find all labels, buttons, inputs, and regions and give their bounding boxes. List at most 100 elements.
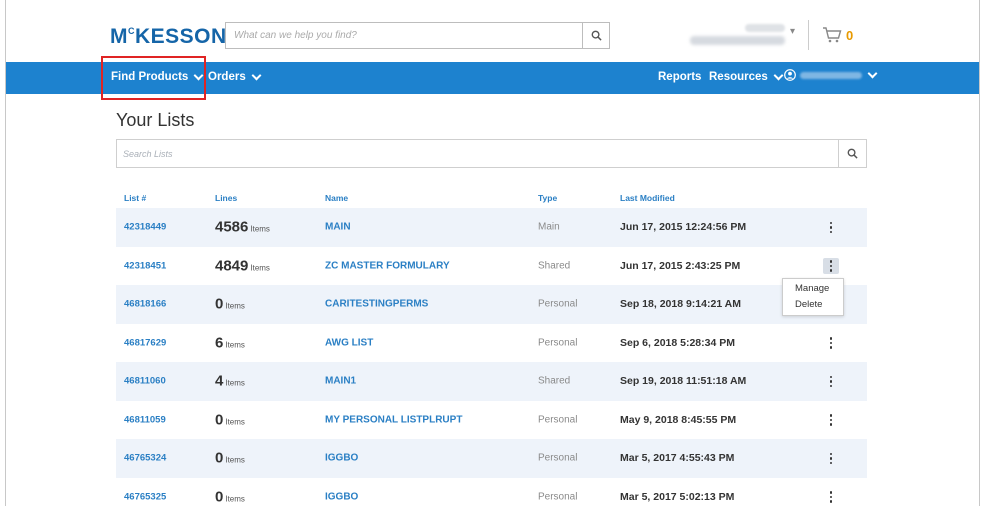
lines-count: 0 Items: [215, 296, 245, 313]
lines-count: 0 Items: [215, 488, 245, 505]
column-header-name[interactable]: Name: [325, 193, 348, 203]
list-name-link[interactable]: CARITESTINGPERMS: [325, 299, 428, 310]
table-row: 46765324 0 Items IGGBO Personal Mar 5, 20…: [116, 439, 867, 478]
list-number-link[interactable]: 46818166: [124, 299, 166, 310]
user-name-redacted: [800, 71, 862, 79]
last-modified: Sep 18, 2018 9:14:21 AM: [620, 298, 742, 311]
nav-user-menu[interactable]: [784, 68, 878, 81]
table-row: 46765325 0 Items IGGBO Personal Mar 5, 20…: [116, 478, 867, 506]
nav-resources-label: Resources: [709, 71, 768, 83]
list-number-link[interactable]: 46765325: [124, 491, 166, 502]
chevron-down-icon: [773, 70, 784, 80]
menu-item-manage[interactable]: Manage: [783, 279, 843, 296]
list-name-link[interactable]: AWG LIST: [325, 337, 373, 348]
lines-count: 0 Items: [215, 411, 245, 428]
lines-count-value: 4: [215, 372, 224, 390]
lines-count-value: 4849: [215, 257, 249, 275]
column-header-last-modified[interactable]: Last Modified: [620, 193, 675, 203]
column-header-type[interactable]: Type: [538, 193, 557, 203]
table-row: 42318451 4849 Items ZC MASTER FORMULARY S…: [116, 247, 867, 286]
row-actions-button[interactable]: [823, 450, 839, 466]
lines-count-value: 6: [215, 334, 224, 352]
last-modified: May 9, 2018 8:45:55 PM: [620, 413, 737, 426]
nav-reports-label: Reports: [658, 71, 702, 83]
chevron-down-icon: [867, 68, 878, 78]
row-actions-button[interactable]: [823, 257, 839, 274]
user-icon: [784, 69, 796, 81]
nav-reports[interactable]: Reports: [658, 71, 701, 83]
column-header-list-number[interactable]: List #: [124, 193, 146, 203]
row-actions-button[interactable]: [823, 219, 839, 235]
table-row: 42318449 4586 Items MAIN Main Jun 17, 201…: [116, 208, 867, 247]
row-actions-button[interactable]: [823, 335, 839, 351]
list-number-link[interactable]: 46817629: [124, 337, 166, 348]
row-actions-button[interactable]: [823, 412, 839, 428]
list-type: Shared: [538, 260, 571, 272]
last-modified: Sep 19, 2018 11:51:18 AM: [620, 375, 747, 388]
nav-orders-label: Orders: [208, 71, 246, 83]
nav-orders[interactable]: Orders: [208, 70, 262, 83]
list-type: Personal: [538, 491, 578, 503]
list-name-link[interactable]: MAIN1: [325, 376, 356, 387]
mckesson-logo[interactable]: MCKESSON: [110, 25, 227, 49]
lines-count-unit: Items: [250, 263, 270, 273]
table-row: 46811059 0 Items MY PERSONAL LISTPLRUPT P…: [116, 401, 867, 440]
account-caret-icon[interactable]: ▾: [790, 26, 795, 37]
column-header-lines[interactable]: Lines: [215, 193, 237, 203]
row-actions-button[interactable]: [823, 489, 839, 505]
lines-count: 4 Items: [215, 373, 245, 390]
nav-resources[interactable]: Resources: [709, 70, 784, 83]
list-type: Shared: [538, 375, 571, 387]
find-products-highlight: [101, 56, 206, 100]
list-number-link[interactable]: 46811060: [124, 376, 166, 387]
row-actions-menu: Manage Delete: [782, 278, 844, 316]
lines-count-unit: Items: [225, 340, 245, 350]
search-icon: [847, 148, 858, 159]
account-selector[interactable]: [680, 22, 785, 48]
list-name-link[interactable]: MY PERSONAL LISTPLRUPT: [325, 414, 462, 425]
chevron-down-icon: [251, 70, 262, 80]
lines-count: 0 Items: [215, 450, 245, 467]
list-name-link[interactable]: IGGBO: [325, 453, 358, 464]
list-number-link[interactable]: 42318449: [124, 222, 166, 233]
lists-table: 42318449 4586 Items MAIN Main Jun 17, 201…: [116, 208, 867, 506]
lines-count-value: 0: [215, 488, 224, 506]
list-number-link[interactable]: 46811059: [124, 414, 166, 425]
lines-count-unit: Items: [225, 417, 245, 427]
lines-count: 4586 Items: [215, 219, 270, 236]
row-actions-button[interactable]: [823, 373, 839, 389]
cart-button[interactable]: 0: [822, 26, 853, 44]
account-number-redacted: [745, 24, 785, 32]
kebab-icon: [829, 221, 833, 233]
list-name-link[interactable]: IGGBO: [325, 491, 358, 502]
lines-count-unit: Items: [225, 494, 245, 504]
list-type: Personal: [538, 337, 578, 349]
list-search-input[interactable]: [117, 140, 832, 167]
kebab-icon: [829, 414, 833, 426]
list-search-button[interactable]: [838, 140, 866, 167]
list-type: Main: [538, 221, 560, 233]
last-modified: Sep 6, 2018 5:28:34 PM: [620, 336, 735, 349]
table-row: 46817629 6 Items AWG LIST Personal Sep 6,…: [116, 324, 867, 363]
last-modified: Jun 17, 2015 2:43:25 PM: [620, 259, 741, 272]
last-modified: Mar 5, 2017 5:02:13 PM: [620, 490, 735, 503]
lines-count: 4849 Items: [215, 257, 270, 274]
list-number-link[interactable]: 42318451: [124, 260, 166, 271]
header-divider: [808, 20, 809, 50]
menu-item-delete[interactable]: Delete: [783, 296, 843, 313]
list-name-link[interactable]: ZC MASTER FORMULARY: [325, 260, 450, 271]
lines-count-unit: Items: [225, 301, 245, 311]
table-row: 46818166 0 Items CARITESTINGPERMS Persona…: [116, 285, 867, 324]
global-search: [225, 22, 610, 49]
cart-count: 0: [846, 27, 854, 43]
global-search-input[interactable]: [226, 23, 581, 48]
global-search-button[interactable]: [582, 23, 609, 48]
lines-count-value: 0: [215, 449, 224, 467]
lines-count: 6 Items: [215, 334, 245, 351]
kebab-icon: [829, 452, 833, 464]
kebab-icon: [829, 375, 833, 387]
list-number-link[interactable]: 46765324: [124, 453, 166, 464]
page-title: Your Lists: [116, 110, 195, 130]
list-name-link[interactable]: MAIN: [325, 222, 351, 233]
lines-count-unit: Items: [225, 378, 245, 388]
